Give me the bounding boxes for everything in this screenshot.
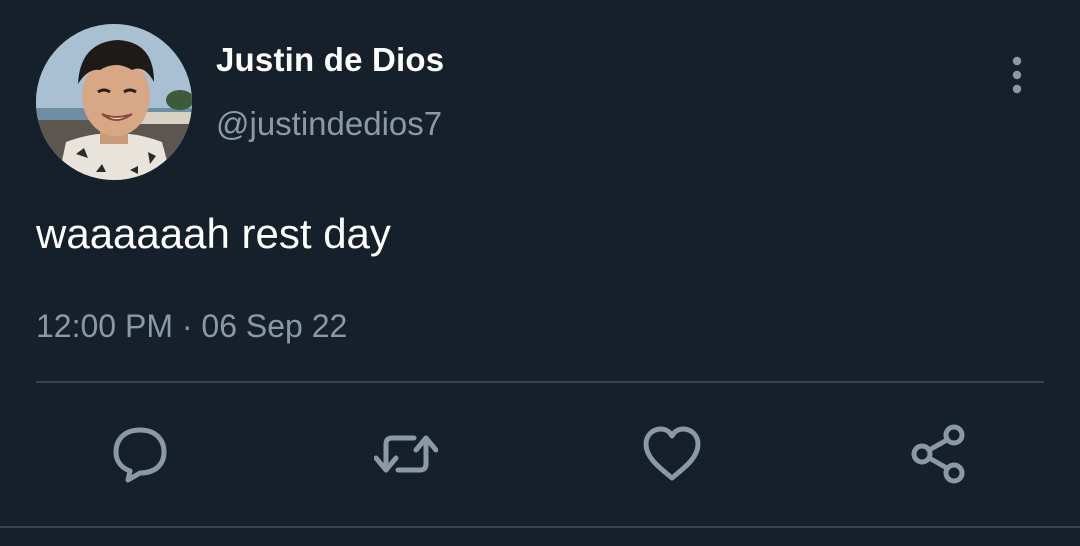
reply-icon bbox=[113, 427, 167, 483]
share-icon bbox=[911, 424, 965, 484]
tweet-detail: Justin de Dios @justindedios7 waaaaaah r… bbox=[0, 0, 1080, 546]
like-button[interactable] bbox=[640, 422, 704, 486]
like-icon bbox=[643, 426, 701, 481]
share-button[interactable] bbox=[906, 422, 970, 486]
retweet-icon bbox=[374, 435, 438, 473]
tweet-text: waaaaaah rest day bbox=[36, 210, 391, 257]
retweet-button[interactable] bbox=[374, 422, 438, 486]
more-options-icon[interactable] bbox=[1000, 54, 1034, 96]
reply-button[interactable] bbox=[108, 422, 172, 486]
author-display-name[interactable]: Justin de Dios bbox=[216, 40, 444, 80]
author-handle[interactable]: @justindedios7 bbox=[216, 104, 442, 144]
avatar[interactable] bbox=[36, 24, 192, 180]
divider bbox=[36, 381, 1044, 383]
tweet-timestamp[interactable]: 12:00 PM · 06 Sep 22 bbox=[36, 306, 347, 346]
profile-photo bbox=[36, 24, 192, 180]
divider bbox=[0, 526, 1080, 528]
